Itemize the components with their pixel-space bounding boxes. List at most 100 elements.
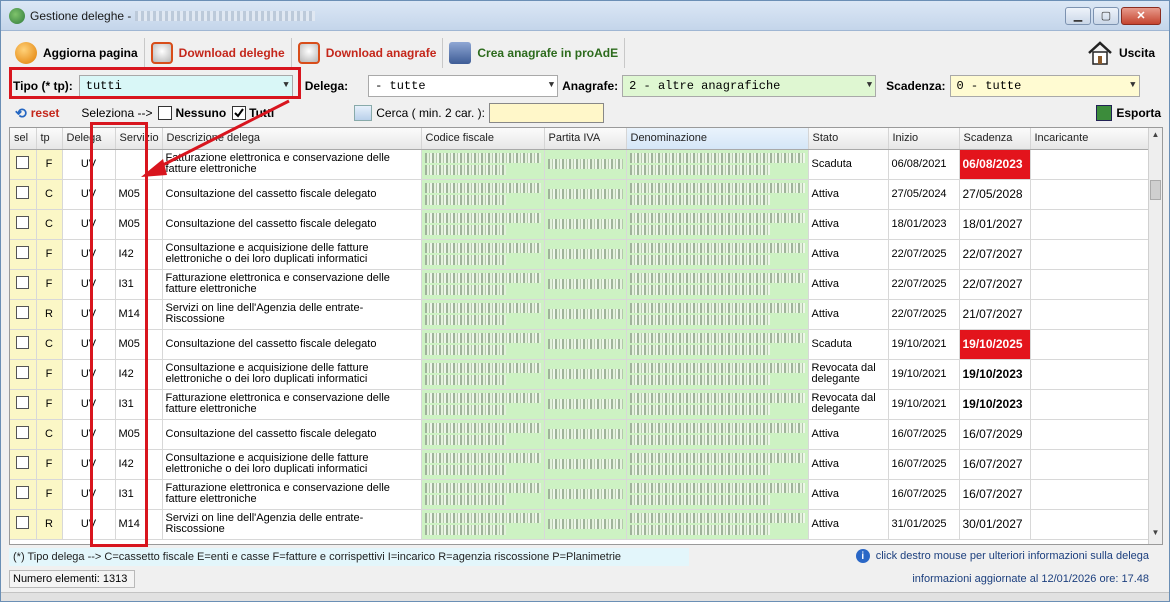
col-header[interactable]: Inizio xyxy=(888,128,960,150)
cell-inizio[interactable]: 18/01/2023 xyxy=(888,209,960,240)
cell-inizio[interactable]: 19/10/2021 xyxy=(888,329,960,360)
cell-codice-fiscale[interactable] xyxy=(421,329,545,360)
row-checkbox[interactable] xyxy=(16,246,30,259)
reset-button[interactable]: ⟲ reset xyxy=(15,105,59,122)
cell-denominazione[interactable] xyxy=(626,149,809,180)
cell-sel[interactable] xyxy=(10,479,37,510)
cell-inizio[interactable]: 19/10/2021 xyxy=(888,389,960,420)
cell-sel[interactable] xyxy=(10,209,37,240)
cell-descrizione[interactable]: Consultazione del cassetto fiscale deleg… xyxy=(162,329,422,360)
cell-codice-fiscale[interactable] xyxy=(421,269,545,300)
table-row[interactable]: F UV I42 Consultazione e acquisizione delle… xyxy=(10,239,1151,270)
cell-denominazione[interactable] xyxy=(626,299,809,330)
cell-stato[interactable]: Scaduta xyxy=(808,329,889,360)
cell-stato[interactable]: Attiva xyxy=(808,509,889,540)
cell-scadenza[interactable]: 21/07/2027 xyxy=(959,299,1031,330)
col-header[interactable]: tp xyxy=(36,128,63,150)
cell-inizio[interactable]: 16/07/2025 xyxy=(888,449,960,480)
cell-tp[interactable]: C xyxy=(36,329,63,360)
delega-select[interactable]: - tutte ▼ xyxy=(368,75,559,97)
cell-descrizione[interactable]: Consultazione e acquisizione delle fattu… xyxy=(162,359,422,390)
cell-denominazione[interactable] xyxy=(626,389,809,420)
download-anagrafe-button[interactable]: Download anagrafe xyxy=(292,38,444,68)
row-checkbox[interactable] xyxy=(16,366,30,379)
col-header[interactable]: Incaricante xyxy=(1030,128,1151,150)
cell-stato[interactable]: Attiva xyxy=(808,449,889,480)
cell-stato[interactable]: Attiva xyxy=(808,419,889,450)
table-row[interactable]: C UV M05 Consultazione del cassetto fiscale… xyxy=(10,419,1151,450)
row-checkbox[interactable] xyxy=(16,186,30,199)
row-checkbox[interactable] xyxy=(16,276,30,289)
cell-partita-iva[interactable] xyxy=(544,269,627,300)
cell-sel[interactable] xyxy=(10,329,37,360)
cell-denominazione[interactable] xyxy=(626,269,809,300)
cell-codice-fiscale[interactable] xyxy=(421,299,545,330)
cell-partita-iva[interactable] xyxy=(544,389,627,420)
cell-scadenza[interactable]: 06/08/2023 xyxy=(959,149,1031,180)
cell-codice-fiscale[interactable] xyxy=(421,209,545,240)
refresh-button[interactable]: Aggiorna pagina xyxy=(9,38,145,68)
cell-inizio[interactable]: 06/08/2021 xyxy=(888,149,960,180)
cell-stato[interactable]: Attiva xyxy=(808,299,889,330)
cell-incaricante[interactable] xyxy=(1030,239,1151,270)
cell-stato[interactable]: Attiva xyxy=(808,239,889,270)
cell-denominazione[interactable] xyxy=(626,239,809,270)
cell-tp[interactable]: F xyxy=(36,449,63,480)
cell-scadenza[interactable]: 22/07/2027 xyxy=(959,269,1031,300)
cell-inizio[interactable]: 16/07/2025 xyxy=(888,479,960,510)
row-checkbox[interactable] xyxy=(16,456,30,469)
cell-inizio[interactable]: 22/07/2025 xyxy=(888,239,960,270)
cell-incaricante[interactable] xyxy=(1030,449,1151,480)
cell-partita-iva[interactable] xyxy=(544,509,627,540)
cell-descrizione[interactable]: Fatturazione elettronica e conservazione… xyxy=(162,479,422,510)
cell-tp[interactable]: R xyxy=(36,509,63,540)
cell-scadenza[interactable]: 27/05/2028 xyxy=(959,179,1031,210)
cell-descrizione[interactable]: Fatturazione elettronica e conservazione… xyxy=(162,269,422,300)
cell-inizio[interactable]: 27/05/2024 xyxy=(888,179,960,210)
cell-stato[interactable]: Attiva xyxy=(808,179,889,210)
scroll-down-icon[interactable]: ▼ xyxy=(1149,528,1162,542)
cell-inizio[interactable]: 22/07/2025 xyxy=(888,269,960,300)
col-header[interactable]: Partita IVA xyxy=(544,128,627,150)
cell-denominazione[interactable] xyxy=(626,479,809,510)
row-checkbox[interactable] xyxy=(16,396,30,409)
cell-incaricante[interactable] xyxy=(1030,389,1151,420)
cell-descrizione[interactable]: Fatturazione elettronica e conservazione… xyxy=(162,389,422,420)
cell-incaricante[interactable] xyxy=(1030,419,1151,450)
cell-stato[interactable]: Revocata dal delegante xyxy=(808,389,889,420)
cell-sel[interactable] xyxy=(10,179,37,210)
table-row[interactable]: F UV I42 Consultazione e acquisizione delle… xyxy=(10,359,1151,390)
cell-incaricante[interactable] xyxy=(1030,149,1151,180)
cell-inizio[interactable]: 31/01/2025 xyxy=(888,509,960,540)
cell-sel[interactable] xyxy=(10,269,37,300)
table-row[interactable]: R UV M14 Servizi on line dell'Agenzia delle… xyxy=(10,299,1151,330)
cell-tp[interactable]: F xyxy=(36,269,63,300)
cell-tp[interactable]: C xyxy=(36,179,63,210)
cell-partita-iva[interactable] xyxy=(544,239,627,270)
cell-codice-fiscale[interactable] xyxy=(421,179,545,210)
cell-partita-iva[interactable] xyxy=(544,359,627,390)
scadenza-select[interactable]: 0 - tutte ▼ xyxy=(949,75,1140,97)
cell-codice-fiscale[interactable] xyxy=(421,149,545,180)
vertical-scrollbar[interactable]: ▲ ▼ xyxy=(1148,128,1162,544)
cell-codice-fiscale[interactable] xyxy=(421,419,545,450)
cell-sel[interactable] xyxy=(10,389,37,420)
cell-codice-fiscale[interactable] xyxy=(421,389,545,420)
scroll-up-icon[interactable]: ▲ xyxy=(1149,130,1162,144)
cell-incaricante[interactable] xyxy=(1030,509,1151,540)
cell-partita-iva[interactable] xyxy=(544,449,627,480)
table-row[interactable]: F UV I31 Fatturazione elettronica e conserv… xyxy=(10,269,1151,300)
cell-denominazione[interactable] xyxy=(626,179,809,210)
cell-descrizione[interactable]: Consultazione del cassetto fiscale deleg… xyxy=(162,419,422,450)
cell-stato[interactable]: Attiva xyxy=(808,479,889,510)
col-header[interactable]: Stato xyxy=(808,128,889,150)
maximize-button[interactable]: ▢ xyxy=(1093,6,1119,25)
cell-codice-fiscale[interactable] xyxy=(421,509,545,540)
cell-incaricante[interactable] xyxy=(1030,179,1151,210)
cell-scadenza[interactable]: 16/07/2027 xyxy=(959,449,1031,480)
cell-tp[interactable]: F xyxy=(36,149,63,180)
search-input[interactable] xyxy=(488,103,604,123)
exit-button[interactable]: Uscita xyxy=(1081,38,1161,68)
cell-sel[interactable] xyxy=(10,509,37,540)
cell-denominazione[interactable] xyxy=(626,329,809,360)
